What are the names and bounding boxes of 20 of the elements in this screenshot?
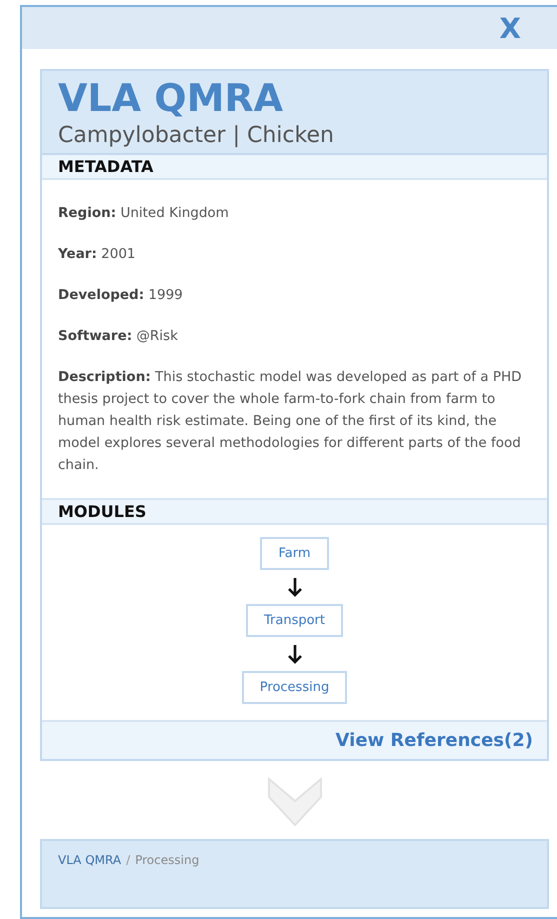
- breadcrumb-link[interactable]: VLA QMRA: [58, 853, 122, 867]
- references-link[interactable]: View References(2): [336, 730, 533, 751]
- close-button[interactable]: X: [499, 12, 521, 44]
- metadata-field: Description: This stochastic model was developed as part of a PHD thesis project to cover the whole farm-to-fork chain from farm to human health risk estimate. Being one of the first of its kind, the model explores several methodologies for different parts of the food chain.: [58, 366, 523, 476]
- section-heading: METADATA: [42, 155, 547, 180]
- module-button[interactable]: Farm: [260, 537, 329, 570]
- module-button[interactable]: Transport: [246, 604, 343, 637]
- model-subtitle: Campylobacter | Chicken: [58, 122, 335, 150]
- metadata-field: Year: 2001: [58, 243, 523, 265]
- model-title: VLA QMRA: [58, 75, 284, 121]
- breadcrumb-current: Processing: [135, 853, 200, 867]
- metadata-field: Developed: 1999: [58, 284, 523, 306]
- module-button[interactable]: Processing: [242, 671, 348, 704]
- section-heading: MODULES: [42, 498, 547, 525]
- chevron-down-icon: [266, 775, 322, 827]
- metadata-field: Software: @Risk: [58, 325, 523, 347]
- breadcrumb-separator: /: [126, 853, 130, 867]
- arrow-down-icon: [286, 643, 302, 665]
- metadata-field: Region: United Kingdom: [58, 202, 523, 224]
- arrow-down-icon: [286, 576, 302, 598]
